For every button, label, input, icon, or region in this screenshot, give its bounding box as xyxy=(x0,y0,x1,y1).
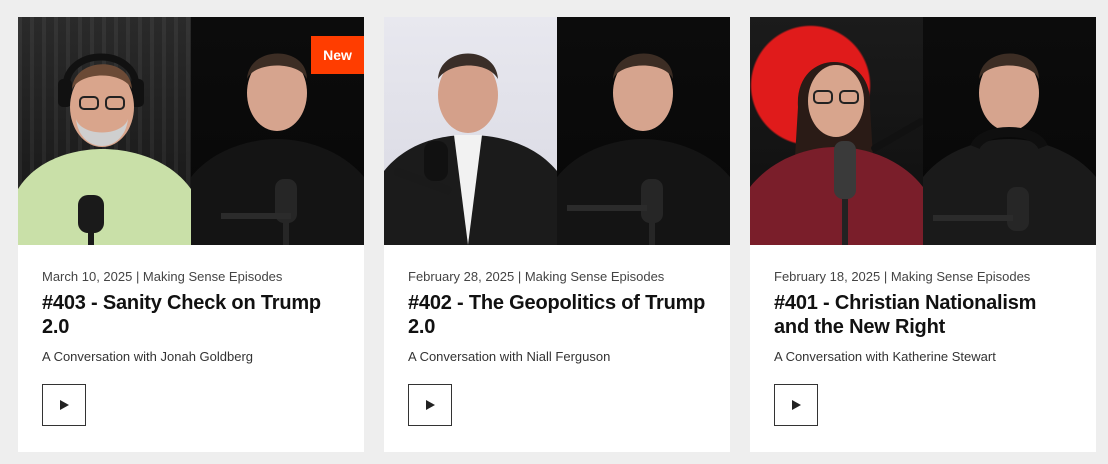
play-button[interactable] xyxy=(408,384,452,426)
episode-thumbnail[interactable]: New xyxy=(18,17,364,245)
episode-subtitle: A Conversation with Niall Ferguson xyxy=(408,349,611,364)
episode-thumbnail[interactable] xyxy=(384,17,730,245)
guest-photo xyxy=(18,17,191,245)
play-button[interactable] xyxy=(42,384,86,426)
episode-card-403[interactable]: New March 10, 2025 | Making Sense Episod… xyxy=(18,17,364,452)
episode-subtitle: A Conversation with Katherine Stewart xyxy=(774,349,996,364)
play-button[interactable] xyxy=(774,384,818,426)
play-icon xyxy=(792,400,801,410)
episode-card-402[interactable]: February 28, 2025 | Making Sense Episode… xyxy=(384,17,730,452)
episode-title[interactable]: #401 - Christian Nationalism and the New… xyxy=(774,291,1072,339)
guest-photo xyxy=(384,17,557,245)
episode-subtitle: A Conversation with Jonah Goldberg xyxy=(42,349,254,364)
play-icon xyxy=(60,400,69,410)
host-image xyxy=(923,53,1096,245)
episode-title[interactable]: #403 - Sanity Check on Trump 2.0 xyxy=(42,291,340,339)
episode-meta: March 10, 2025 | Making Sense Episodes xyxy=(42,269,283,284)
play-icon xyxy=(426,400,435,410)
host-image xyxy=(557,53,730,245)
episode-thumbnail[interactable] xyxy=(750,17,1096,245)
guest-photo xyxy=(750,17,923,245)
episode-meta: February 28, 2025 | Making Sense Episode… xyxy=(408,269,665,284)
guest-image xyxy=(384,53,557,245)
episode-grid: New March 10, 2025 | Making Sense Episod… xyxy=(18,17,1096,452)
episode-title[interactable]: #402 - The Geopolitics of Trump 2.0 xyxy=(408,291,706,339)
episode-card-401[interactable]: February 18, 2025 | Making Sense Episode… xyxy=(750,17,1096,452)
episode-meta: February 18, 2025 | Making Sense Episode… xyxy=(774,269,1031,284)
guest-image xyxy=(750,62,923,245)
host-photo xyxy=(923,17,1096,245)
guest-image xyxy=(18,53,191,245)
host-photo xyxy=(557,17,730,245)
new-badge: New xyxy=(311,36,364,74)
